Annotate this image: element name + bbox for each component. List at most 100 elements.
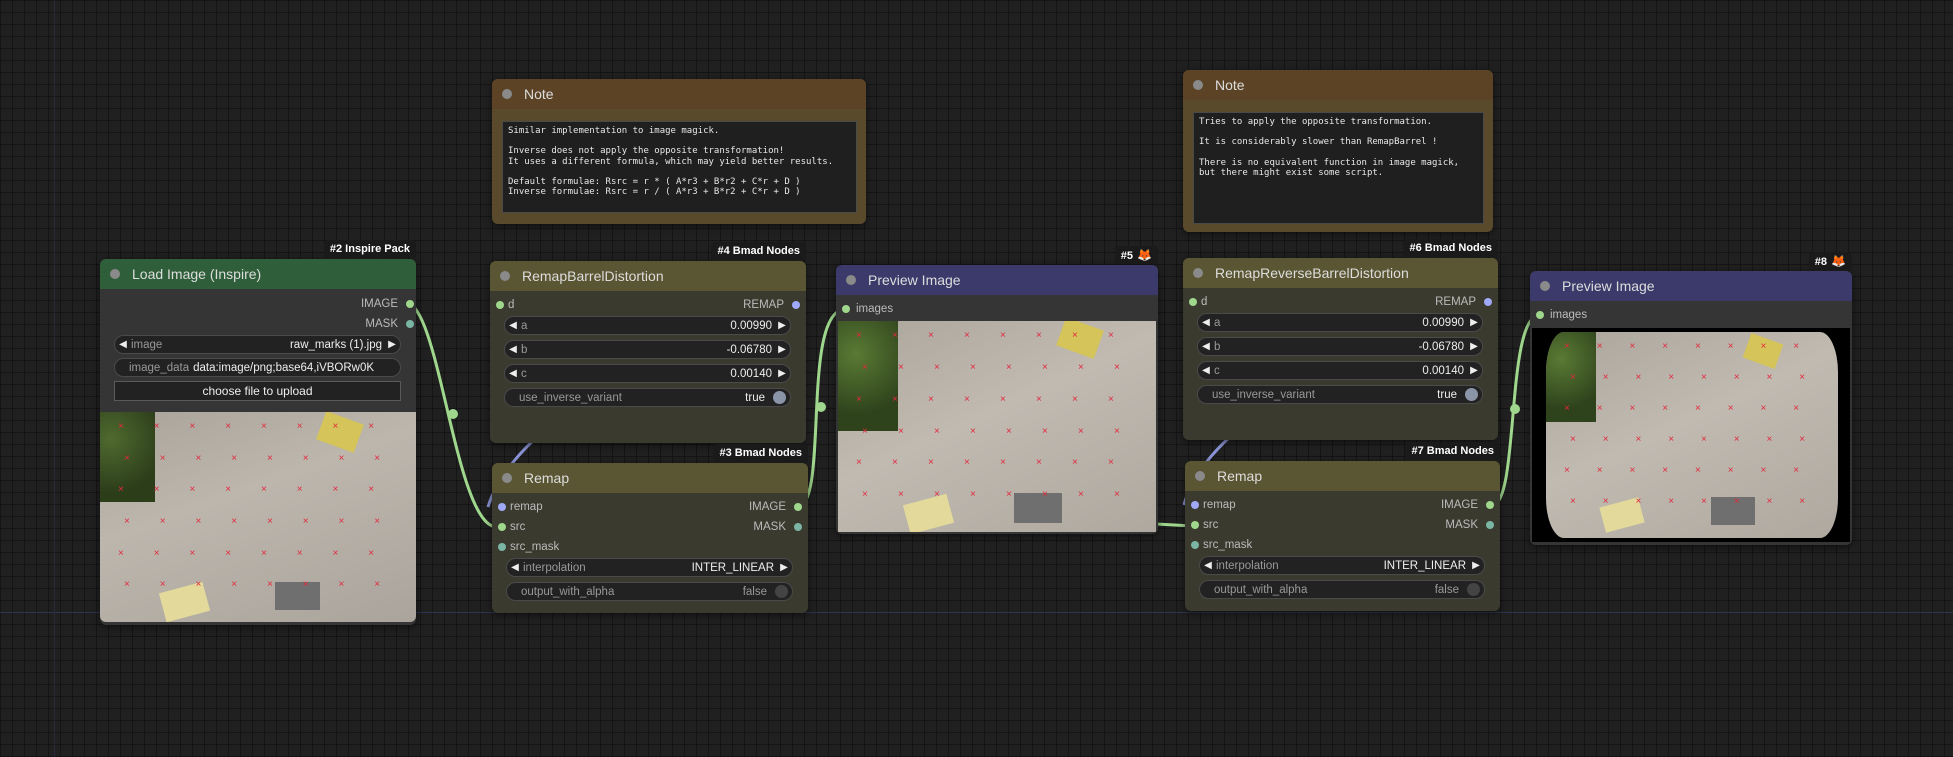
collapse-dot-icon[interactable] (1193, 268, 1203, 278)
collapse-dot-icon[interactable] (502, 89, 512, 99)
arrow-right-icon[interactable]: ▶ (384, 339, 400, 350)
arrow-left-icon[interactable]: ◀ (1200, 560, 1216, 571)
collapse-dot-icon[interactable] (500, 271, 510, 281)
output-slot-image[interactable]: IMAGE (1441, 497, 1478, 513)
input-pin-src-mask[interactable] (498, 543, 506, 551)
output-pin-remap[interactable] (1484, 298, 1492, 306)
input-slot-remap[interactable]: remap (1203, 497, 1236, 513)
output-slot-mask[interactable]: MASK (1445, 517, 1478, 533)
input-pin-src-mask[interactable] (1191, 541, 1199, 549)
toggle-knob[interactable] (1465, 388, 1478, 401)
arrow-right-icon[interactable]: ▶ (1466, 317, 1482, 328)
node-header[interactable]: Remap (1185, 461, 1500, 491)
remap-barrel-node[interactable]: #4 Bmad Nodes RemapBarrelDistortion d RE… (490, 242, 806, 443)
input-slot-src[interactable]: src (1203, 517, 1218, 533)
node-header[interactable]: Preview Image (1530, 271, 1852, 301)
input-slot-remap[interactable]: remap (510, 499, 543, 515)
preview-node-2[interactable]: #8 🦊 Preview Image images × × × × × × × × × × × × × × ×… (1530, 252, 1852, 545)
node-header[interactable]: Preview Image (836, 265, 1158, 295)
node-header[interactable]: RemapReverseBarrelDistortion (1183, 258, 1498, 288)
note-node-1[interactable]: Note Similar implementation to image mag… (492, 79, 866, 224)
output-slot-image[interactable]: IMAGE (749, 499, 786, 515)
input-pin-d[interactable] (496, 301, 504, 309)
arrow-right-icon[interactable]: ▶ (1468, 560, 1484, 571)
input-pin-images[interactable] (1536, 311, 1544, 319)
input-slot-src-mask[interactable]: src_mask (510, 539, 559, 555)
node-header[interactable]: Load Image (Inspire) (100, 259, 416, 289)
collapse-dot-icon[interactable] (502, 473, 512, 483)
collapse-dot-icon[interactable] (1193, 80, 1203, 90)
param-b-widget[interactable]: ◀ b -0.06780 ▶ (504, 340, 791, 359)
upload-button[interactable]: choose file to upload (114, 381, 401, 401)
note-node-2[interactable]: Note Tries to apply the opposite transfo… (1183, 70, 1493, 232)
arrow-right-icon[interactable]: ▶ (774, 320, 790, 331)
input-pin-src[interactable] (498, 523, 506, 531)
arrow-left-icon[interactable]: ◀ (507, 562, 523, 573)
toggle-knob[interactable] (1467, 583, 1480, 596)
node-header[interactable]: Remap (492, 463, 808, 493)
load-image-node[interactable]: #2 Inspire Pack Load Image (Inspire) IMA… (100, 240, 416, 625)
output-pin-mask[interactable] (794, 523, 802, 531)
toggle-knob[interactable] (775, 585, 788, 598)
input-pin-src[interactable] (1191, 521, 1199, 529)
arrow-left-icon[interactable]: ◀ (1198, 317, 1214, 328)
output-alpha-toggle[interactable]: output_with_alpha false (506, 582, 793, 601)
output-slot-mask[interactable]: MASK (365, 316, 398, 332)
arrow-left-icon[interactable]: ◀ (1198, 341, 1214, 352)
preview-node-1[interactable]: #5 🦊 Preview Image images × × × × × × × × × × × × × × ×… (836, 246, 1158, 534)
param-c-widget[interactable]: ◀ c 0.00140 ▶ (504, 364, 791, 383)
output-slot-remap[interactable]: REMAP (743, 297, 784, 313)
remap-reverse-node[interactable]: #6 Bmad Nodes RemapReverseBarrelDistorti… (1183, 239, 1498, 440)
image-combo-widget[interactable]: ◀ image raw_marks (1).jpg ▶ (114, 335, 401, 354)
arrow-right-icon[interactable]: ▶ (774, 368, 790, 379)
collapse-dot-icon[interactable] (1195, 471, 1205, 481)
input-pin-remap[interactable] (498, 503, 506, 511)
arrow-left-icon[interactable]: ◀ (1198, 365, 1214, 376)
output-pin-image[interactable] (1486, 501, 1494, 509)
output-slot-mask[interactable]: MASK (753, 519, 786, 535)
input-slot-d[interactable]: d (508, 297, 514, 313)
note-text[interactable]: Similar implementation to image magick. … (502, 121, 857, 213)
collapse-dot-icon[interactable] (1540, 281, 1550, 291)
remap-node-1[interactable]: #3 Bmad Nodes Remap remap src src_mask I… (492, 444, 808, 613)
output-pin-image[interactable] (794, 503, 802, 511)
input-slot-src[interactable]: src (510, 519, 525, 535)
arrow-left-icon[interactable]: ◀ (505, 368, 521, 379)
input-slot-images[interactable]: images (856, 301, 893, 317)
arrow-left-icon[interactable]: ◀ (115, 339, 131, 350)
output-pin-mask[interactable] (406, 320, 414, 328)
output-alpha-toggle[interactable]: output_with_alpha false (1199, 580, 1485, 599)
remap-node-2[interactable]: #7 Bmad Nodes Remap remap src src_mask I… (1185, 442, 1500, 611)
input-slot-d[interactable]: d (1201, 294, 1207, 310)
note-header[interactable]: Note (1183, 70, 1493, 100)
arrow-left-icon[interactable]: ◀ (505, 344, 521, 355)
use-inverse-toggle[interactable]: use_inverse_variant true (1197, 385, 1483, 404)
param-c-widget[interactable]: ◀ c 0.00140 ▶ (1197, 361, 1483, 380)
output-pin-remap[interactable] (792, 301, 800, 309)
input-pin-remap[interactable] (1191, 501, 1199, 509)
node-header[interactable]: RemapBarrelDistortion (490, 261, 806, 291)
output-slot-image[interactable]: IMAGE (361, 296, 398, 312)
collapse-dot-icon[interactable] (110, 269, 120, 279)
use-inverse-toggle[interactable]: use_inverse_variant true (504, 388, 791, 407)
input-slot-images[interactable]: images (1550, 307, 1587, 323)
interpolation-combo[interactable]: ◀ interpolation INTER_LINEAR ▶ (1199, 556, 1485, 575)
param-a-widget[interactable]: ◀ a 0.00990 ▶ (1197, 313, 1483, 332)
image-data-widget[interactable]: image_data data:image/png;base64,iVBORw0… (114, 358, 401, 377)
arrow-right-icon[interactable]: ▶ (774, 344, 790, 355)
param-b-widget[interactable]: ◀ b -0.06780 ▶ (1197, 337, 1483, 356)
toggle-knob[interactable] (773, 391, 786, 404)
arrow-left-icon[interactable]: ◀ (505, 320, 521, 331)
param-a-widget[interactable]: ◀ a 0.00990 ▶ (504, 316, 791, 335)
note-text[interactable]: Tries to apply the opposite transformati… (1193, 112, 1484, 224)
output-pin-mask[interactable] (1486, 521, 1494, 529)
output-pin-image[interactable] (406, 300, 414, 308)
note-header[interactable]: Note (492, 79, 866, 109)
input-slot-src-mask[interactable]: src_mask (1203, 537, 1252, 553)
arrow-right-icon[interactable]: ▶ (1466, 341, 1482, 352)
input-pin-images[interactable] (842, 305, 850, 313)
output-slot-remap[interactable]: REMAP (1435, 294, 1476, 310)
input-pin-d[interactable] (1189, 298, 1197, 306)
interpolation-combo[interactable]: ◀ interpolation INTER_LINEAR ▶ (506, 558, 793, 577)
collapse-dot-icon[interactable] (846, 275, 856, 285)
